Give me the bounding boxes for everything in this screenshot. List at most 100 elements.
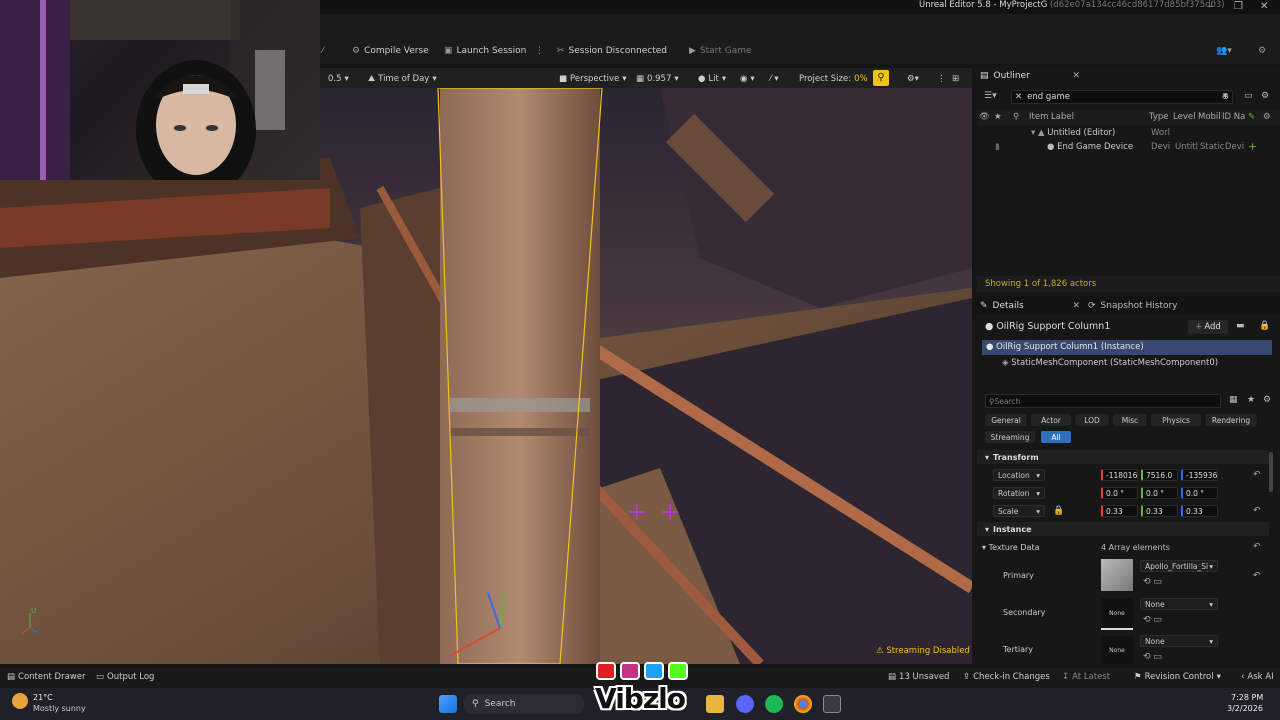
rotation-z-field[interactable]: 0.0 °	[1181, 487, 1218, 499]
category-streaming[interactable]: Streaming	[985, 431, 1035, 443]
col-options-icon[interactable]: ⚙	[1263, 112, 1271, 122]
close-tab-icon[interactable]: ✕	[1072, 71, 1080, 81]
rotation-y-field[interactable]: 0.0 °	[1141, 487, 1178, 499]
category-all[interactable]: All	[1041, 431, 1071, 443]
output-log-button[interactable]: ▭ Output Log	[96, 672, 154, 682]
ask-ai-button[interactable]: ‹ Ask AI	[1241, 672, 1274, 682]
taskbar-search[interactable]: ⚲ Search	[464, 694, 584, 714]
blueprint-icon[interactable]: ▬	[1236, 321, 1245, 331]
compile-verse-button[interactable]: ⚙ Compile Verse	[352, 44, 429, 58]
snap-toggle-icon[interactable]: ⚲	[873, 70, 889, 86]
reset-scale-icon[interactable]: ↶	[1253, 506, 1261, 516]
session-options-icon[interactable]: ⋮	[535, 44, 544, 58]
start-game-button[interactable]: ▶ Start Game	[689, 44, 752, 58]
col-id-name[interactable]: ID Na	[1222, 112, 1245, 122]
details-settings-icon[interactable]: ⚙	[1263, 395, 1271, 405]
search-options-icon[interactable]: ▾	[1223, 91, 1228, 101]
clear-search-icon[interactable]: ✕	[1015, 92, 1022, 102]
use-selected-icon[interactable]: ⟲ ▭	[1143, 652, 1162, 662]
lit-dropdown[interactable]: ● Lit ▾	[698, 72, 726, 85]
launch-session-button[interactable]: ▣ Launch Session	[444, 44, 526, 58]
texture-data-label[interactable]: ▾ Texture Data	[982, 543, 1040, 552]
secondary-texture-dropdown[interactable]: None ▾	[1140, 598, 1218, 610]
component-row[interactable]: ◈ StaticMeshComponent (StaticMeshCompone…	[1002, 358, 1218, 368]
rotation-x-field[interactable]: 0.0 °	[1101, 487, 1138, 499]
toolbar-settings-icon[interactable]: ⚙	[1258, 44, 1266, 58]
users-icon[interactable]: 👥▾	[1216, 44, 1232, 58]
reset-texture-icon[interactable]: ↶	[1253, 542, 1261, 552]
add-component-button[interactable]: + Add	[1188, 320, 1228, 334]
chrome-icon[interactable]	[794, 695, 812, 713]
scale-y-field[interactable]: 0.33	[1141, 505, 1178, 517]
location-z-field[interactable]: -135936	[1181, 469, 1218, 481]
lock-panel-icon[interactable]: 🔒	[1259, 321, 1270, 331]
category-actor[interactable]: Actor	[1031, 414, 1071, 426]
col-mobility[interactable]: Mobil	[1198, 112, 1221, 122]
row-visibility-icon[interactable]: ▮	[995, 142, 1000, 152]
location-x-field[interactable]: -118016	[1101, 469, 1138, 481]
revision-control-button[interactable]: ⚑ Revision Control ▾	[1134, 672, 1221, 682]
use-selected-icon[interactable]: ⟲ ▭	[1143, 615, 1162, 625]
toolbar-edit-icon[interactable]: ⁄	[322, 44, 324, 58]
tab-outliner[interactable]: ▤ Outliner ✕	[980, 67, 1080, 85]
primary-texture-thumbnail[interactable]	[1101, 559, 1133, 591]
close-tab-icon[interactable]: ✕	[1072, 301, 1080, 311]
realtime-dropdown[interactable]: ⁄ ▾	[770, 72, 779, 85]
reset-location-icon[interactable]: ↶	[1253, 470, 1261, 480]
details-scrollbar[interactable]	[1269, 452, 1273, 492]
check-in-button[interactable]: ⇪ Check-in Changes	[963, 672, 1050, 682]
category-general[interactable]: General	[985, 414, 1027, 426]
grid-view-icon[interactable]: ▦	[1229, 395, 1238, 405]
col-item-label[interactable]: Item Label	[1029, 112, 1074, 122]
tab-snapshot-history[interactable]: ⟳ Snapshot History	[1088, 297, 1178, 315]
file-explorer-icon[interactable]	[706, 695, 724, 713]
reset-primary-icon[interactable]: ↶	[1253, 571, 1261, 581]
outliner-settings-icon[interactable]: ⚙	[1261, 91, 1269, 101]
secondary-texture-thumbnail[interactable]: None	[1101, 598, 1133, 630]
category-lod[interactable]: LOD	[1075, 414, 1109, 426]
filter-icon[interactable]: ☰▾	[984, 91, 997, 101]
tertiary-texture-thumbnail[interactable]: None	[1101, 636, 1133, 664]
transform-section[interactable]: ▾ Transform	[977, 450, 1269, 464]
scale-x-field[interactable]: 0.33	[1101, 505, 1138, 517]
close-window-icon[interactable]: ✕	[1260, 1, 1268, 12]
details-search-input[interactable]: ⚲ Search	[985, 394, 1221, 408]
time-of-day-button[interactable]: ⛰ Time of Day ▾	[368, 72, 437, 85]
instance-row[interactable]: ● OilRig Support Column1 (Instance)	[982, 340, 1272, 355]
table-row[interactable]: ● End Game Device	[1047, 142, 1133, 152]
outliner-search-input[interactable]: ✕ end game ⊕	[1011, 90, 1233, 104]
col-type[interactable]: Type	[1149, 112, 1169, 122]
start-menu-icon[interactable]	[439, 695, 457, 713]
layout-icon[interactable]: ⊞	[952, 72, 959, 85]
unreal-editor-icon[interactable]	[823, 695, 841, 713]
scale-z-field[interactable]: 0.33	[1181, 505, 1218, 517]
maximize-icon[interactable]: ❐	[1234, 1, 1243, 12]
instance-section[interactable]: ▾ Instance	[977, 522, 1269, 536]
location-y-field[interactable]: 7516.0	[1141, 469, 1178, 481]
tab-details[interactable]: ✎ Details ✕	[980, 297, 1080, 315]
weather-icon[interactable]	[12, 693, 28, 709]
minimize-icon[interactable]: –	[1208, 1, 1213, 12]
primary-texture-dropdown[interactable]: Apollo_Fortilla_Si ▾	[1140, 560, 1218, 572]
viewport-settings-icon[interactable]: ⚙▾	[907, 72, 919, 85]
show-flags-dropdown[interactable]: ◉ ▾	[740, 72, 755, 85]
col-level[interactable]: Level	[1173, 112, 1195, 122]
perspective-dropdown[interactable]: ■ Perspective ▾	[559, 72, 627, 85]
spotify-icon[interactable]	[765, 695, 783, 713]
session-status-button[interactable]: ✂ Session Disconnected	[557, 44, 667, 58]
use-selected-icon[interactable]: ⟲ ▭	[1143, 577, 1162, 587]
rotation-dropdown[interactable]: Rotation ▾	[993, 487, 1045, 499]
content-drawer-button[interactable]: ▤ Content Drawer	[7, 672, 85, 682]
lock-scale-icon[interactable]: 🔒	[1053, 506, 1064, 516]
discord-icon[interactable]	[736, 695, 754, 713]
fov-dropdown[interactable]: ▦ 0.957 ▾	[636, 72, 679, 85]
scale-dropdown[interactable]: Scale ▾	[993, 505, 1045, 517]
category-misc[interactable]: Misc	[1113, 414, 1147, 426]
new-folder-icon[interactable]: ▭	[1244, 91, 1253, 101]
location-dropdown[interactable]: Location ▾	[993, 469, 1045, 481]
viewport-options-icon[interactable]: ⋮	[937, 72, 946, 85]
favorites-icon[interactable]: ★	[1247, 395, 1255, 405]
category-rendering[interactable]: Rendering	[1205, 414, 1257, 426]
category-physics[interactable]: Physics	[1151, 414, 1201, 426]
unsaved-button[interactable]: ▤ 13 Unsaved	[888, 672, 949, 682]
